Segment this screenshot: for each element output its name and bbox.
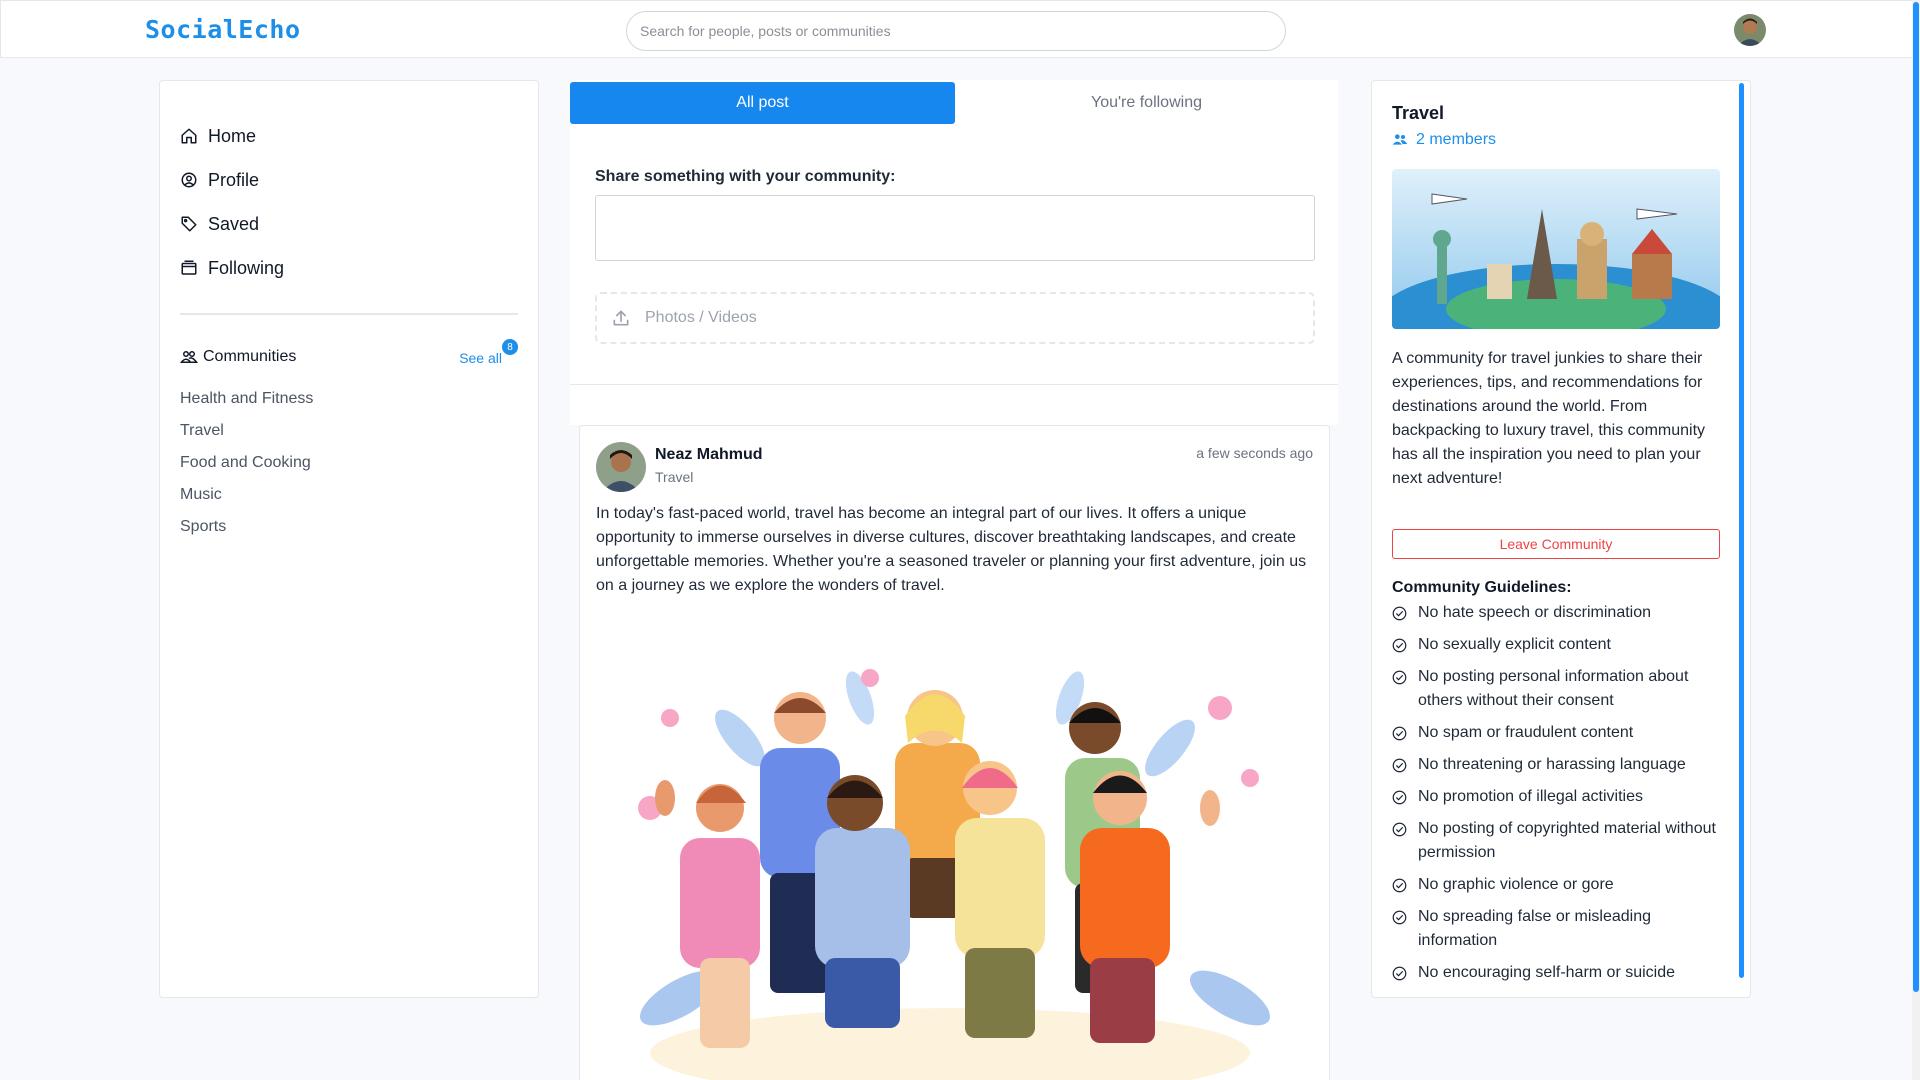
search-input[interactable] [626, 11, 1286, 51]
user-circle-icon [181, 172, 197, 188]
nav-following[interactable]: Following [180, 253, 284, 283]
nav-profile[interactable]: Profile [180, 165, 259, 195]
check-circle-icon [1392, 606, 1407, 621]
community-panel: Travel 2 members A community for travel … [1371, 80, 1751, 998]
guideline-item: No posting personal information about ot… [1392, 665, 1722, 713]
post-body: In today's fast-paced world, travel has … [596, 505, 1307, 594]
community-members[interactable]: 2 members [1392, 131, 1496, 149]
communities-header: Communities See all 8 [180, 339, 518, 370]
guideline-text: No posting of copyrighted material witho… [1418, 820, 1716, 861]
check-circle-icon [1392, 726, 1407, 741]
community-link[interactable]: Food and Cooking [180, 454, 311, 472]
left-sidebar: Home Profile Saved Following Communities… [159, 80, 539, 998]
media-upload[interactable]: Photos / Videos [595, 292, 1315, 344]
guideline-text: No posting personal information about ot… [1418, 668, 1689, 709]
guideline-item: No spreading false or misleading informa… [1392, 905, 1722, 953]
guideline-text: No hate speech or discrimination [1418, 604, 1652, 621]
guideline-item: No threatening or harassing language [1392, 753, 1722, 777]
guideline-text: No sexually explicit content [1418, 636, 1611, 653]
guideline-item: No posting of copyrighted material witho… [1392, 817, 1722, 865]
post-author-name[interactable]: Neaz Mahmud [655, 446, 763, 464]
check-circle-icon [1392, 790, 1407, 805]
guideline-item: No sexually explicit content [1392, 633, 1722, 657]
page-scrollbar-thumb[interactable] [1913, 2, 1919, 992]
guideline-item: No hate speech or discrimination [1392, 601, 1722, 625]
post-image[interactable] [610, 658, 1300, 1080]
check-circle-icon [1392, 878, 1407, 893]
guideline-item: No encouraging self-harm or suicide [1392, 961, 1722, 985]
guideline-text: No spreading false or misleading informa… [1418, 908, 1652, 949]
check-circle-icon [1392, 638, 1407, 653]
app-logo[interactable]: SocialEcho [145, 15, 301, 44]
communities-title-label: Communities [203, 348, 297, 365]
check-circle-icon [1392, 910, 1407, 925]
users-icon [1392, 134, 1408, 145]
community-link[interactable]: Music [180, 486, 222, 504]
share-label: Share something with your community: [595, 168, 896, 185]
feed-spacer [570, 385, 1338, 425]
see-all-link[interactable]: See all [459, 350, 502, 366]
post-author-avatar[interactable] [596, 442, 646, 492]
top-navbar: SocialEcho [0, 0, 1912, 58]
sidebar-divider [180, 313, 518, 315]
panel-scrollbar[interactable] [1739, 83, 1744, 978]
users-icon [180, 351, 198, 363]
community-link[interactable]: Sports [180, 518, 226, 536]
post-community[interactable]: Travel [655, 469, 693, 485]
communities-title: Communities [180, 348, 296, 366]
nav-home-label: Home [208, 125, 257, 146]
guideline-item: No spam or fraudulent content [1392, 721, 1722, 745]
nav-following-label: Following [208, 257, 285, 278]
check-circle-icon [1392, 822, 1407, 837]
tag-icon [181, 216, 197, 232]
community-title: Travel [1392, 103, 1445, 123]
tab-all-post[interactable]: All post [570, 82, 955, 124]
home-icon [181, 128, 197, 144]
upload-icon [613, 310, 629, 326]
post-timestamp: a few seconds ago [1196, 445, 1313, 461]
guideline-text: No spam or fraudulent content [1418, 724, 1634, 741]
folder-icon [181, 260, 197, 275]
check-circle-icon [1392, 758, 1407, 773]
community-description: A community for travel junkies to share … [1392, 350, 1706, 487]
nav-saved-label: Saved [208, 213, 260, 234]
user-avatar[interactable] [1734, 14, 1766, 46]
share-textarea[interactable] [595, 195, 1315, 261]
guideline-item: No graphic violence or gore [1392, 873, 1722, 897]
community-link[interactable]: Travel [180, 422, 224, 440]
guidelines-title: Community Guidelines: [1392, 579, 1572, 596]
community-members-label: 2 members [1416, 131, 1497, 148]
guideline-text: No encouraging self-harm or suicide [1418, 964, 1676, 981]
nav-saved[interactable]: Saved [180, 209, 259, 239]
community-banner-image [1392, 169, 1720, 329]
guideline-text: No threatening or harassing language [1418, 756, 1686, 773]
guideline-item: No promotion of illegal activities [1392, 785, 1722, 809]
nav-home[interactable]: Home [180, 121, 256, 151]
check-circle-icon [1392, 670, 1407, 685]
post-composer: All post You're following Share somethin… [570, 80, 1338, 384]
tab-following[interactable]: You're following [955, 82, 1338, 124]
post-card: Neaz Mahmud Travel a few seconds ago In … [579, 425, 1330, 1080]
upload-label: Photos / Videos [645, 309, 757, 326]
check-circle-icon [1392, 966, 1407, 981]
community-link[interactable]: Health and Fitness [180, 390, 313, 408]
guideline-text: No graphic violence or gore [1418, 876, 1614, 893]
nav-profile-label: Profile [208, 169, 260, 190]
guideline-text: No promotion of illegal activities [1418, 788, 1643, 805]
community-count-badge: 8 [502, 339, 518, 355]
leave-community-button[interactable]: Leave Community [1392, 529, 1720, 559]
